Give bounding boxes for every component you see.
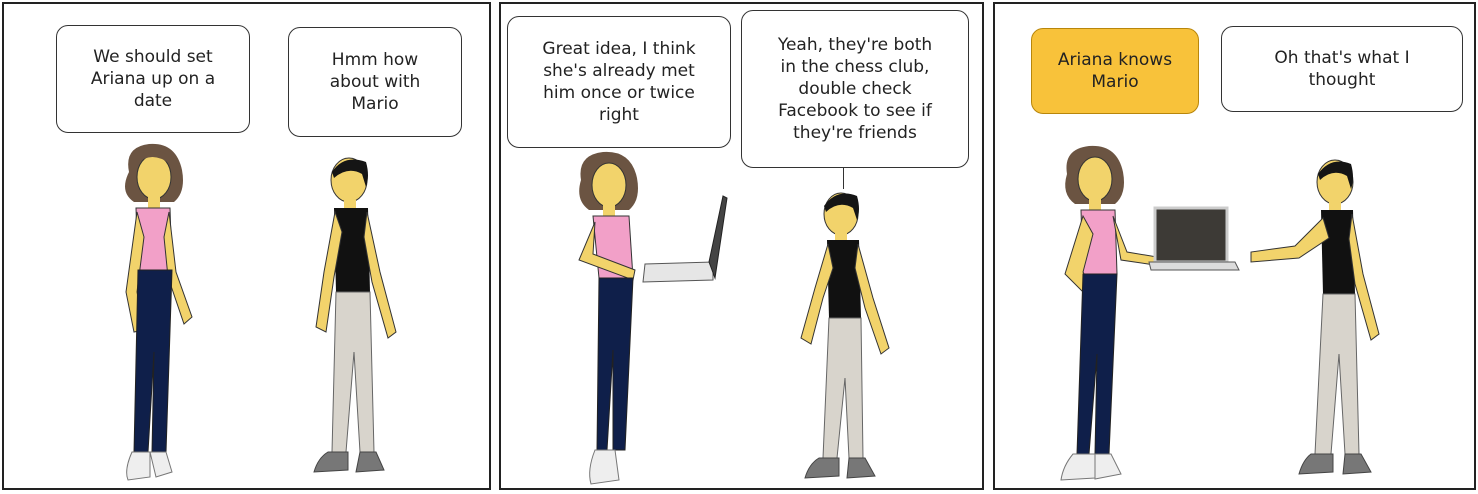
girl-with-laptop-figure: [578, 151, 728, 485]
girl-figure: [125, 143, 193, 481]
comic-panel-1: We should set Ariana up on a date Hmm ho…: [2, 2, 491, 490]
speech-bubble-girl: We should set Ariana up on a date: [56, 25, 250, 133]
girl-with-laptop-figure: [1060, 145, 1240, 481]
speech-bubble-boy: Hmm how about with Mario: [288, 27, 462, 137]
comic-panel-2: Great idea, I think she's already met hi…: [499, 2, 984, 490]
speech-bubble-boy: Yeah, they're both in the chess club, do…: [741, 10, 969, 168]
comic-panel-3: Ariana knows Mario Oh that's what I thou…: [993, 2, 1476, 490]
boy-figure: [1250, 159, 1380, 475]
speech-bubble-girl: Great idea, I think she's already met hi…: [507, 16, 731, 148]
speech-bubble-boy: Oh that's what I thought: [1221, 26, 1463, 112]
boy-figure: [800, 192, 890, 479]
speech-bubble-caption: Ariana knows Mario: [1031, 28, 1199, 114]
speech-bubble-tail: [843, 167, 844, 189]
boy-figure: [313, 157, 397, 473]
